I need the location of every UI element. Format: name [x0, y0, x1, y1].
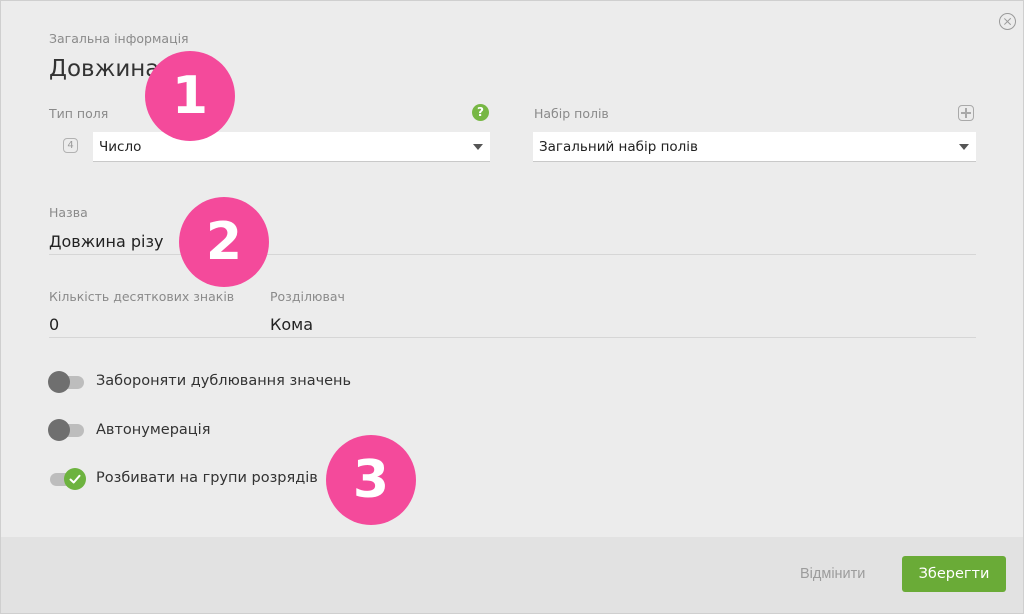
no-duplicates-label: Забороняти дублювання значень [96, 373, 352, 389]
field-settings-dialog: Загальна інформація Довжина різу Тип пол… [0, 0, 1024, 614]
autonumbering-label: Автонумерація [96, 422, 211, 438]
cancel-button[interactable]: Відмінити [794, 565, 871, 583]
plus-icon[interactable] [958, 105, 974, 121]
field-set-select[interactable]: Загальний набір полів [533, 132, 976, 162]
toggle-knob [64, 468, 86, 490]
section-label: Загальна інформація [49, 31, 189, 46]
autonumbering-toggle[interactable] [48, 419, 86, 441]
name-label: Назва [49, 205, 88, 220]
no-duplicates-toggle[interactable] [48, 371, 86, 393]
toggle-knob [48, 371, 70, 393]
decimals-input[interactable]: 0 [49, 315, 249, 334]
field-type-label: Тип поля [49, 106, 109, 121]
field-type-value: Число [99, 139, 142, 155]
callout-2: 2 [179, 197, 269, 287]
field-type-select[interactable]: Число [93, 132, 490, 162]
field-set-value: Загальний набір полів [539, 139, 699, 155]
chevron-down-icon [959, 144, 969, 150]
close-icon[interactable] [999, 13, 1016, 30]
callout-2-number: 2 [205, 212, 243, 272]
callout-3: 3 [326, 435, 416, 525]
save-button[interactable]: Зберегти [902, 556, 1006, 592]
callout-1: 1 [145, 51, 235, 141]
digit-grouping-toggle[interactable] [48, 468, 86, 490]
dialog-footer: Відмінити Зберегти [1, 537, 1023, 613]
separator-select[interactable]: Кома [270, 315, 470, 334]
field-type-code-badge: 4 [63, 138, 78, 153]
callout-3-number: 3 [352, 450, 390, 510]
toggle-knob [48, 419, 70, 441]
chevron-down-icon [473, 144, 483, 150]
check-icon [69, 474, 81, 484]
digit-grouping-label: Розбивати на групи розрядів [96, 470, 318, 486]
help-icon[interactable]: ? [472, 104, 489, 121]
callout-1-number: 1 [171, 66, 209, 126]
decimals-label: Кількість десяткових знаків [49, 289, 235, 304]
separator-label: Розділювач [270, 289, 345, 304]
field-set-label: Набір полів [534, 106, 609, 121]
